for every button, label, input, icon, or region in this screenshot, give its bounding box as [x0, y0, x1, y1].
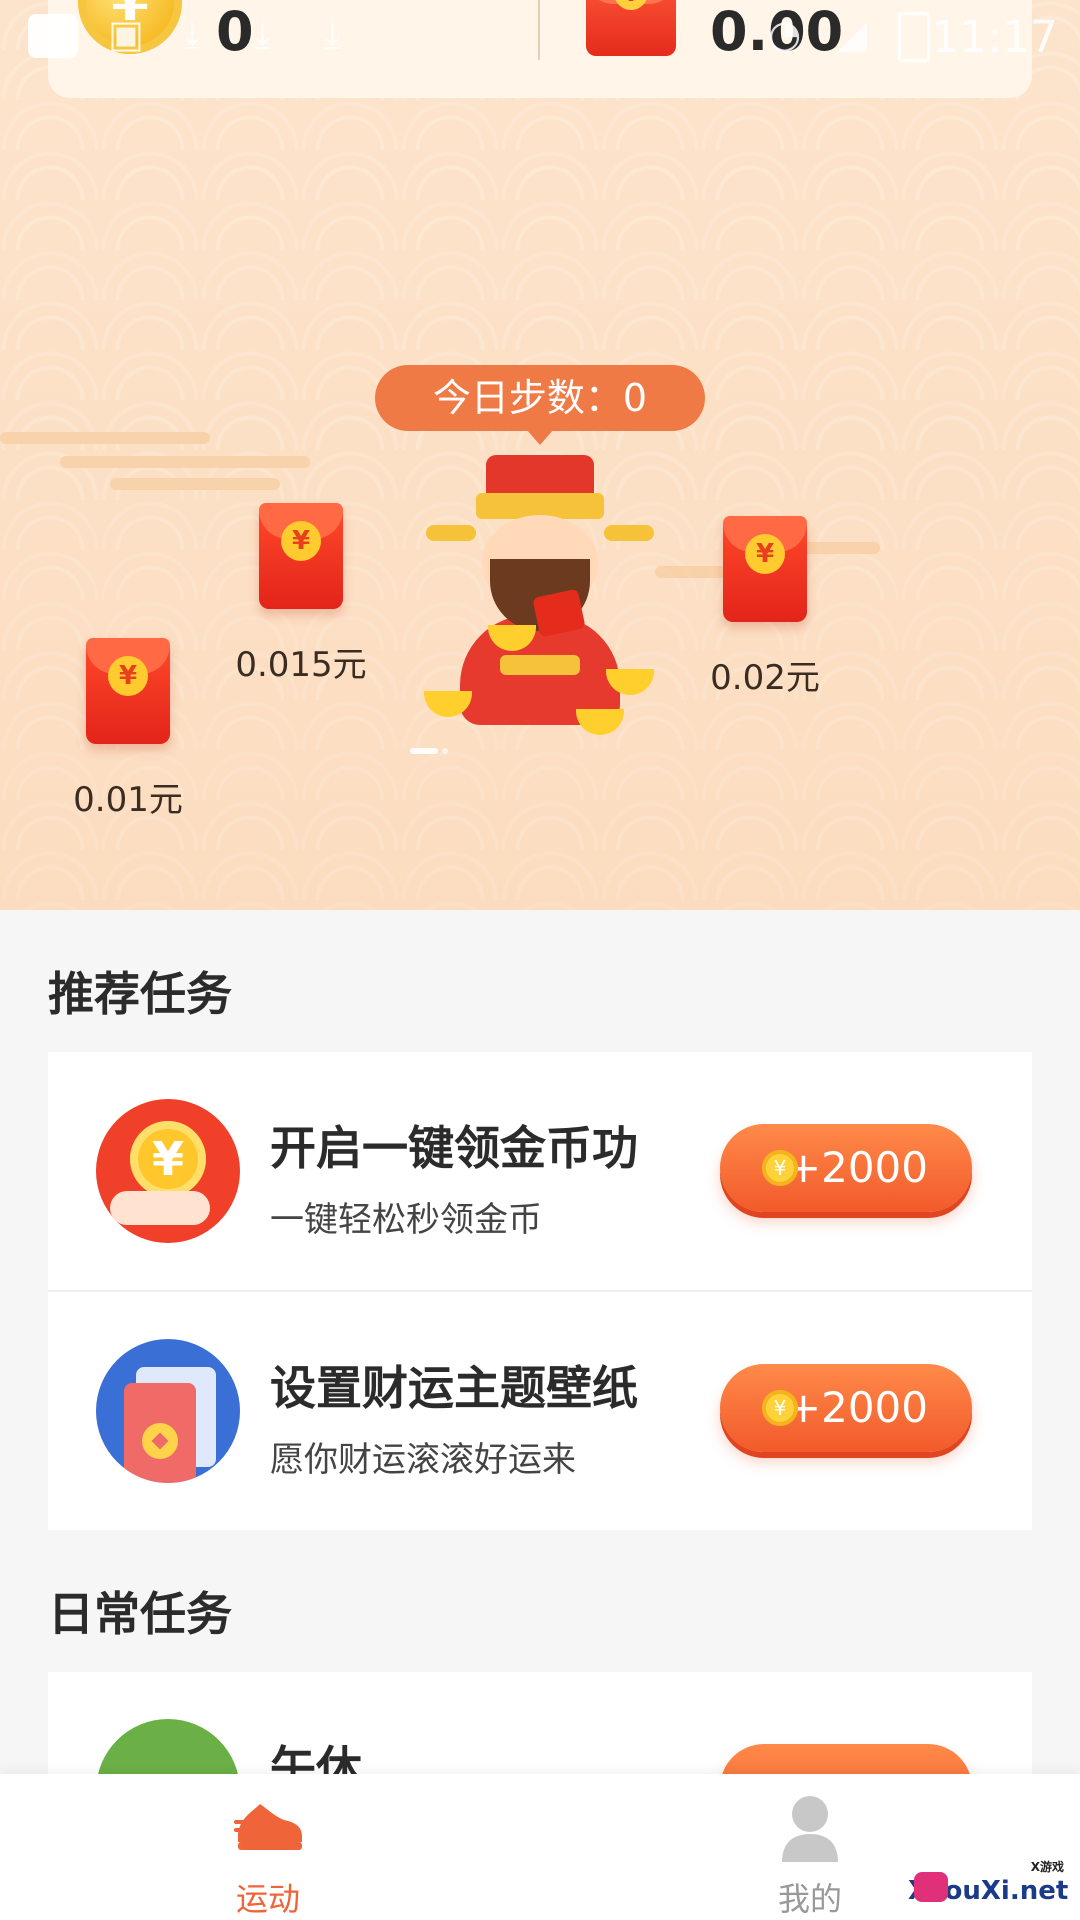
envelope-amount: 0.015元 — [235, 645, 367, 685]
red-envelope-reward[interactable]: ¥ — [259, 503, 343, 609]
wallpaper-icon — [96, 1339, 240, 1483]
wifi-icon: ◔ — [768, 12, 802, 56]
notification-icon — [28, 14, 78, 58]
cloud-decoration — [60, 456, 310, 468]
gamepad-icon — [914, 1872, 948, 1902]
clock: 11:17 — [931, 12, 1058, 63]
envelope-amount: 0.01元 — [73, 780, 183, 820]
claim-reward-button[interactable]: ¥ +2000 — [720, 1364, 972, 1452]
download-icon: ⤓ — [324, 12, 341, 56]
status-bar: ▣ ⤓ ⤓ ⤓ ◔ ◢ 11:17 — [0, 0, 1080, 72]
task-item[interactable]: ¥ 开启一键领金币功 一键轻松秒领金币 ¥ +2000 — [48, 1052, 1032, 1290]
coin-icon: ¥ — [762, 1150, 798, 1186]
task-subtitle: 愿你财运滚滚好运来 — [270, 1440, 576, 1480]
section-title-daily: 日常任务 — [48, 1587, 232, 1641]
yuan-seal-icon: ¥ — [108, 656, 148, 696]
nav-tab-sport[interactable]: 运动 — [168, 1774, 368, 1920]
image-icon: ▣ — [108, 12, 144, 56]
profile-icon — [782, 1796, 838, 1862]
cloud-decoration — [0, 432, 210, 444]
yuan-seal-icon: ¥ — [745, 534, 785, 574]
task-title: 开启一键领金币功 — [270, 1121, 638, 1175]
recommended-task-list: ¥ 开启一键领金币功 一键轻松秒领金币 ¥ +2000 设置财运主题壁纸 愿你财… — [48, 1052, 1032, 1530]
coin-hand-icon: ¥ — [96, 1099, 240, 1243]
hero-banner: ¥ 0 ¥ 0.00 ▣ ⤓ ⤓ ⤓ ◔ ◢ 11:17 今日步数：0 ¥ 0.… — [0, 0, 1080, 910]
pager-dot-active — [410, 748, 438, 754]
download-icon: ⤓ — [184, 12, 201, 56]
envelope-amount: 0.02元 — [710, 658, 820, 698]
pager-dot — [442, 748, 448, 754]
claim-reward-button[interactable]: ¥ +2000 — [720, 1124, 972, 1212]
watermark-logo: X游戏 XYouXi.net — [908, 1860, 1072, 1912]
task-title: 设置财运主题壁纸 — [270, 1361, 638, 1415]
red-envelope-reward[interactable]: ¥ — [86, 638, 170, 744]
nav-tab-label: 我的 — [777, 1880, 842, 1918]
task-item[interactable]: 设置财运主题壁纸 愿你财运滚滚好运来 ¥ +2000 — [48, 1290, 1032, 1530]
signal-icon: ◢ — [838, 12, 868, 56]
task-subtitle: 一键轻松秒领金币 — [270, 1200, 542, 1240]
yuan-seal-icon: ¥ — [281, 521, 321, 561]
god-of-wealth-mascot[interactable] — [420, 455, 660, 740]
battery-icon — [898, 12, 930, 62]
today-steps-bubble: 今日步数：0 — [375, 365, 705, 445]
download-icon: ⤓ — [254, 12, 271, 56]
section-title-recommended: 推荐任务 — [48, 967, 232, 1021]
coin-icon: ¥ — [762, 1390, 798, 1426]
nav-tab-profile[interactable]: 我的 — [710, 1774, 910, 1920]
nav-tab-label: 运动 — [235, 1880, 300, 1918]
sneaker-icon — [234, 1804, 302, 1850]
red-envelope-reward[interactable]: ¥ — [723, 516, 807, 622]
cloud-decoration — [110, 478, 280, 490]
